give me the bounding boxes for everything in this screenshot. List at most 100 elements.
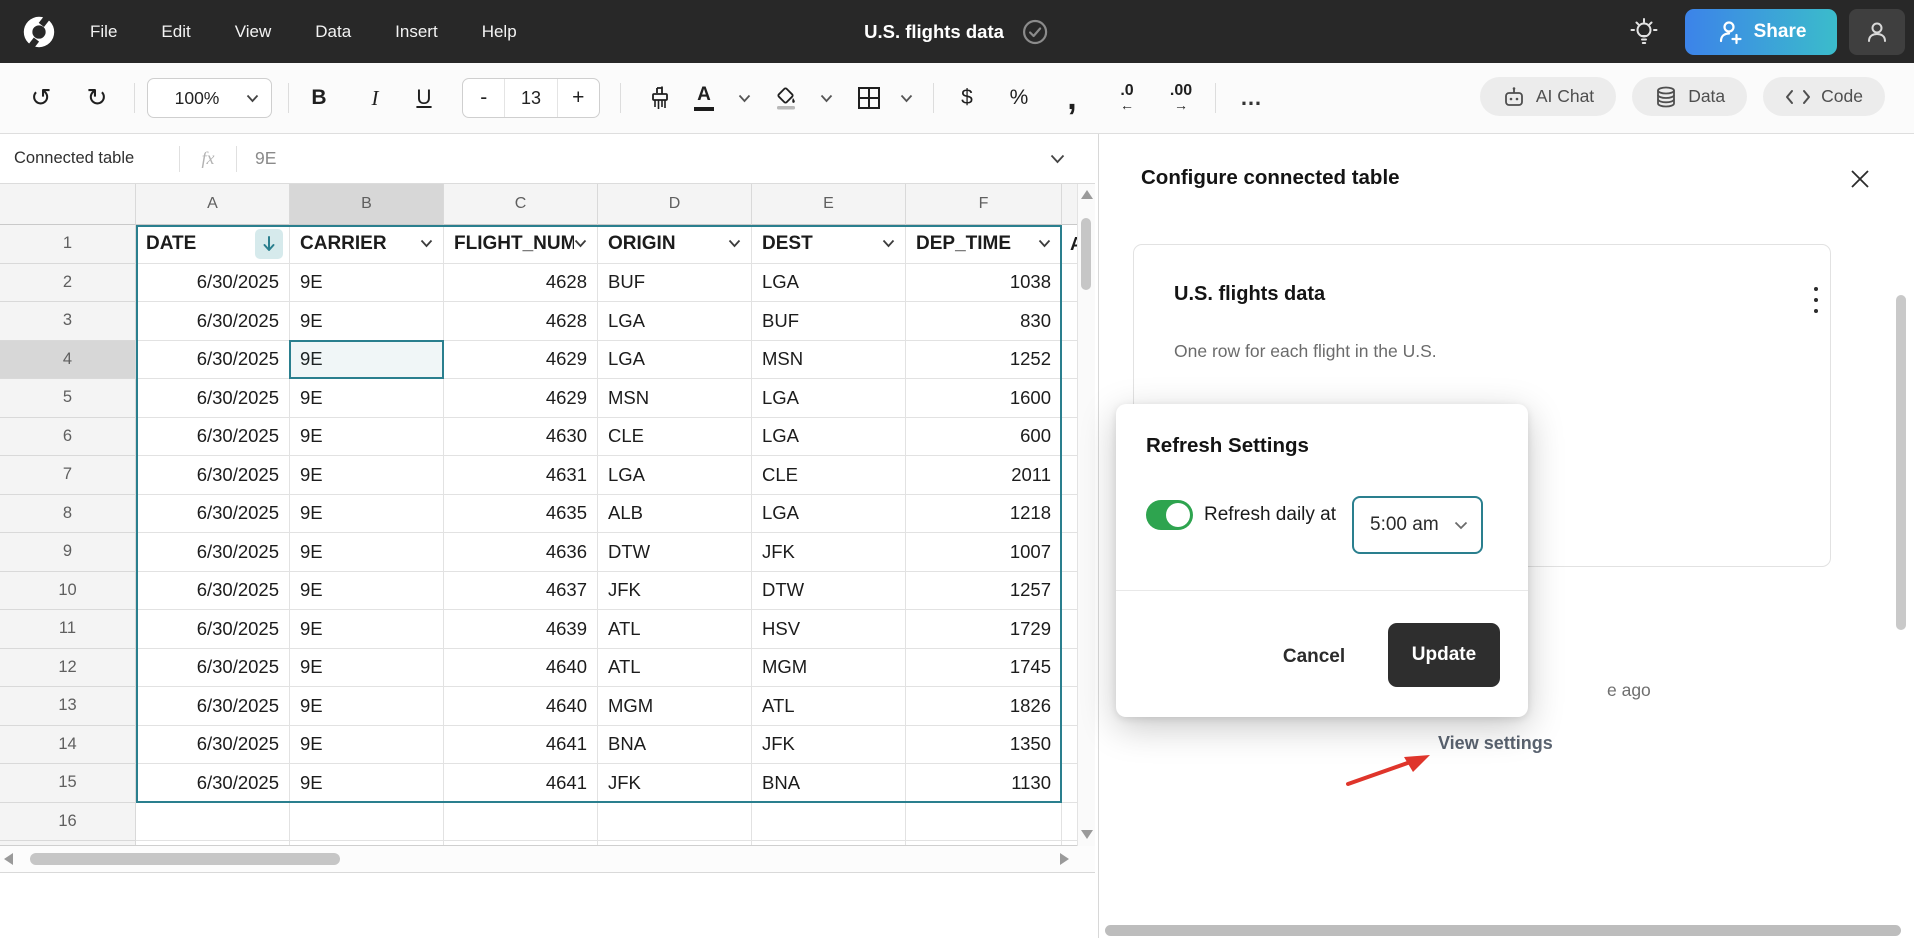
cell-C10[interactable]: 4637 bbox=[444, 572, 598, 611]
cell-B7[interactable]: 9E bbox=[290, 456, 444, 495]
overflow-cell[interactable]: ARR_TIME bbox=[1062, 225, 1077, 264]
refresh-daily-toggle[interactable] bbox=[1146, 500, 1193, 530]
row-header-6[interactable]: 6 bbox=[0, 418, 136, 457]
cell-E4[interactable]: MSN bbox=[752, 341, 906, 380]
row-header-8[interactable]: 8 bbox=[0, 495, 136, 534]
share-button[interactable]: Share bbox=[1685, 9, 1837, 55]
column-filter-chevron[interactable] bbox=[574, 239, 587, 248]
underline-button[interactable]: U bbox=[406, 63, 442, 133]
cell-A7[interactable]: 6/30/2025 bbox=[136, 456, 290, 495]
font-size-increase-button[interactable]: + bbox=[558, 86, 599, 110]
cell-D3[interactable]: LGA bbox=[598, 302, 752, 341]
cell-E16[interactable] bbox=[752, 803, 906, 842]
cell-D9[interactable]: DTW bbox=[598, 533, 752, 572]
cell-C12[interactable]: 4640 bbox=[444, 649, 598, 688]
cell-F5[interactable]: 1600 bbox=[906, 379, 1062, 418]
cancel-button[interactable]: Cancel bbox=[1266, 636, 1362, 678]
overflow-cell[interactable] bbox=[1062, 264, 1077, 303]
cell-C14[interactable]: 4641 bbox=[444, 726, 598, 765]
row-header-4[interactable]: 4 bbox=[0, 341, 136, 380]
cell-F9[interactable]: 1007 bbox=[906, 533, 1062, 572]
cell-A8[interactable]: 6/30/2025 bbox=[136, 495, 290, 534]
cell-D16[interactable] bbox=[598, 803, 752, 842]
cell-B14[interactable]: 9E bbox=[290, 726, 444, 765]
cell-A5[interactable]: 6/30/2025 bbox=[136, 379, 290, 418]
card-kebab-menu[interactable] bbox=[1806, 285, 1826, 315]
paint-format-button[interactable] bbox=[642, 63, 680, 133]
undo-button[interactable]: ↺ bbox=[24, 63, 58, 133]
text-color-dropdown-chevron[interactable] bbox=[738, 94, 751, 103]
italic-button[interactable]: I bbox=[357, 63, 393, 133]
overflow-cell[interactable] bbox=[1062, 456, 1077, 495]
cell-E7[interactable]: CLE bbox=[752, 456, 906, 495]
more-formats-button[interactable]: … bbox=[1232, 63, 1270, 133]
scroll-up-arrow[interactable] bbox=[1081, 190, 1093, 199]
row-header-16[interactable]: 16 bbox=[0, 803, 136, 842]
column-header-E[interactable]: E bbox=[752, 184, 906, 225]
redo-button[interactable]: ↻ bbox=[80, 63, 114, 133]
zoom-dropdown[interactable]: 100% bbox=[147, 78, 272, 118]
column-filter-chevron[interactable] bbox=[420, 239, 433, 248]
cell-B12[interactable]: 9E bbox=[290, 649, 444, 688]
ai-chat-panel-button[interactable]: AI Chat bbox=[1480, 77, 1616, 116]
cell-F4[interactable]: 1252 bbox=[906, 341, 1062, 380]
overflow-cell[interactable] bbox=[1062, 495, 1077, 534]
cell-D6[interactable]: CLE bbox=[598, 418, 752, 457]
cell-B15[interactable]: 9E bbox=[290, 764, 444, 803]
row-header-5[interactable]: 5 bbox=[0, 379, 136, 418]
overflow-cell[interactable] bbox=[1062, 341, 1077, 380]
scroll-left-arrow[interactable] bbox=[4, 853, 13, 865]
cell-E2[interactable]: LGA bbox=[752, 264, 906, 303]
account-avatar-button[interactable] bbox=[1849, 9, 1905, 55]
font-size-decrease-button[interactable]: - bbox=[463, 86, 504, 110]
row-header-11[interactable]: 11 bbox=[0, 610, 136, 649]
formula-input[interactable]: 9E bbox=[255, 148, 1050, 169]
cell-D11[interactable]: ATL bbox=[598, 610, 752, 649]
menu-insert[interactable]: Insert bbox=[395, 22, 438, 42]
overflow-cell[interactable] bbox=[1062, 687, 1077, 726]
formula-bar-expand-chevron[interactable] bbox=[1050, 154, 1065, 164]
cell-F6[interactable]: 600 bbox=[906, 418, 1062, 457]
cell-F15[interactable]: 1130 bbox=[906, 764, 1062, 803]
cell-A14[interactable]: 6/30/2025 bbox=[136, 726, 290, 765]
bold-button[interactable]: B bbox=[301, 63, 337, 133]
row-header-15[interactable]: 15 bbox=[0, 764, 136, 803]
cell-D4[interactable]: LGA bbox=[598, 341, 752, 380]
cell-F12[interactable]: 1745 bbox=[906, 649, 1062, 688]
cell-A3[interactable]: 6/30/2025 bbox=[136, 302, 290, 341]
cell-F2[interactable]: 1038 bbox=[906, 264, 1062, 303]
row-header-13[interactable]: 13 bbox=[0, 687, 136, 726]
cell-E15[interactable]: BNA bbox=[752, 764, 906, 803]
column-filter-chevron[interactable] bbox=[728, 239, 741, 248]
spreadsheet-grid[interactable]: ABCDEF1DATECARRIERFLIGHT_NUMORIGINDESTDE… bbox=[0, 184, 1077, 846]
update-button[interactable]: Update bbox=[1388, 623, 1500, 687]
cell-E13[interactable]: ATL bbox=[752, 687, 906, 726]
row-header-1[interactable]: 1 bbox=[0, 225, 136, 264]
column-header-B[interactable]: B bbox=[290, 184, 444, 225]
column-header-F[interactable]: F bbox=[906, 184, 1062, 225]
cell-D13[interactable]: MGM bbox=[598, 687, 752, 726]
column-header-D[interactable]: D bbox=[598, 184, 752, 225]
scroll-right-arrow[interactable] bbox=[1060, 853, 1069, 865]
cell-F10[interactable]: 1257 bbox=[906, 572, 1062, 611]
overflow-cell[interactable] bbox=[1062, 302, 1077, 341]
cell-B13[interactable]: 9E bbox=[290, 687, 444, 726]
cell-E14[interactable]: JFK bbox=[752, 726, 906, 765]
cell-A13[interactable]: 6/30/2025 bbox=[136, 687, 290, 726]
cell-A9[interactable]: 6/30/2025 bbox=[136, 533, 290, 572]
cell-F3[interactable]: 830 bbox=[906, 302, 1062, 341]
row-header-12[interactable]: 12 bbox=[0, 649, 136, 688]
cell-A12[interactable]: 6/30/2025 bbox=[136, 649, 290, 688]
document-title[interactable]: U.S. flights data bbox=[864, 21, 1004, 43]
text-color-button[interactable]: A bbox=[686, 63, 722, 133]
sort-descending-badge[interactable] bbox=[255, 229, 283, 259]
fill-color-button[interactable] bbox=[768, 63, 804, 133]
cell-C5[interactable]: 4629 bbox=[444, 379, 598, 418]
table-column-header-ORIGIN[interactable]: ORIGIN bbox=[598, 225, 752, 264]
cell-D2[interactable]: BUF bbox=[598, 264, 752, 303]
cell-A16[interactable] bbox=[136, 803, 290, 842]
cell-D12[interactable]: ATL bbox=[598, 649, 752, 688]
table-column-header-DATE[interactable]: DATE bbox=[136, 225, 290, 264]
view-settings-link[interactable]: View settings bbox=[1438, 733, 1553, 754]
scroll-down-arrow[interactable] bbox=[1081, 830, 1093, 839]
